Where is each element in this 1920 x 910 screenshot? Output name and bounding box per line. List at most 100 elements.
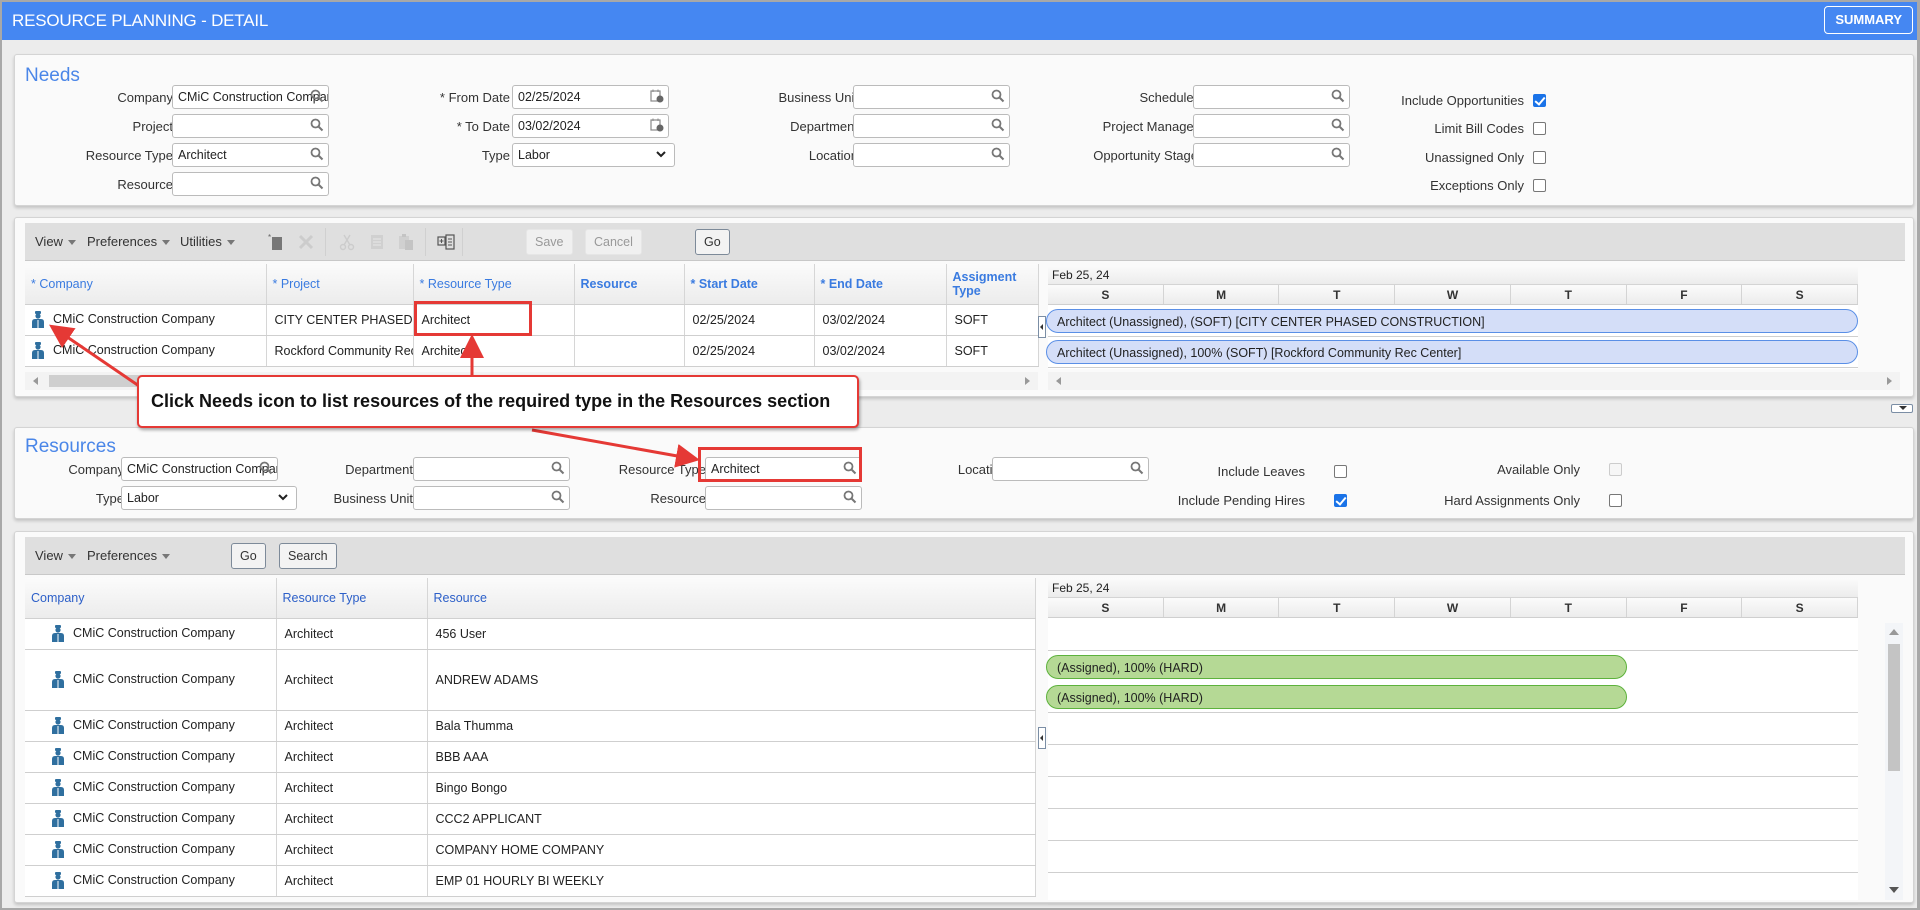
delete-icon[interactable] [297, 233, 315, 251]
search-icon[interactable] [1331, 118, 1345, 132]
utilities-menu[interactable]: Utilities [180, 234, 235, 249]
hard-assignments-only-checkbox[interactable] [1609, 494, 1622, 507]
cell-company[interactable]: CMiC Construction Company [25, 865, 277, 897]
cell-resource[interactable]: Bala Thumma [427, 710, 1036, 742]
scroll-up-icon[interactable] [1889, 629, 1899, 635]
project-field[interactable] [172, 114, 329, 138]
pane-splitter[interactable] [1038, 727, 1046, 749]
res-location-field[interactable] [992, 457, 1149, 481]
person-icon[interactable] [51, 872, 65, 889]
person-icon[interactable] [31, 342, 45, 359]
person-icon[interactable] [51, 779, 65, 796]
search-icon[interactable] [310, 118, 324, 132]
res-col-resource-type[interactable]: Resource Type [276, 578, 428, 619]
col-resource[interactable]: Resource [574, 264, 685, 305]
view-menu[interactable]: View [35, 234, 76, 249]
cell-resource-type[interactable]: Architect [276, 710, 428, 742]
cell-company[interactable]: CMiC Construction Company [25, 834, 277, 866]
column-layout-icon[interactable] [437, 233, 455, 251]
cell-resource[interactable]: CCC2 APPLICANT [427, 803, 1036, 835]
search-icon[interactable] [843, 490, 857, 504]
cell-resource[interactable]: 456 User [427, 618, 1036, 650]
needs-table-row[interactable]: CMiC Construction Company Rockford Commun… [25, 335, 1039, 367]
search-icon[interactable] [310, 89, 324, 103]
cell-company[interactable]: CMiC Construction Company [25, 335, 267, 367]
resources-table-row[interactable]: CMiC Construction Company Architect ANDREW… [25, 649, 1036, 711]
resources-table-row[interactable]: CMiC Construction Company Architect COMPAN… [25, 834, 1036, 866]
person-icon[interactable] [51, 625, 65, 642]
res-type-select[interactable]: Labor [121, 486, 297, 510]
business-unit-field[interactable] [853, 85, 1010, 109]
cell-resource[interactable]: ANDREW ADAMS [427, 649, 1036, 711]
cell-start[interactable]: 02/25/2024 [684, 304, 815, 336]
company-field[interactable]: CMiC Construction Company [172, 85, 329, 109]
available-only-checkbox[interactable] [1609, 463, 1622, 476]
search-icon[interactable] [991, 147, 1005, 161]
search-icon[interactable] [551, 461, 565, 475]
res-go-button[interactable]: Go [231, 543, 266, 569]
person-icon[interactable] [31, 311, 45, 328]
gantt-bar-assignment[interactable]: (Assigned), 100% (HARD) [1046, 685, 1627, 709]
cell-project[interactable]: CITY CENTER PHASED [266, 304, 414, 336]
cell-resource[interactable]: COMPANY HOME COMPANY [427, 834, 1036, 866]
cell-resource[interactable]: BBB AAA [427, 741, 1036, 773]
resources-vscrollbar[interactable] [1885, 623, 1903, 900]
cell-project[interactable]: Rockford Community Rec [266, 335, 414, 367]
scroll-left-icon[interactable] [1056, 377, 1061, 385]
cell-resource-type[interactable]: Architect [276, 618, 428, 650]
cell-assign-type[interactable]: SOFT [946, 304, 1039, 336]
cell-company[interactable]: CMiC Construction Company [25, 710, 277, 742]
cell-resource-type[interactable]: Architect [276, 834, 428, 866]
res-col-resource[interactable]: Resource [427, 578, 1036, 619]
gantt-bar-assignment[interactable]: (Assigned), 100% (HARD) [1046, 655, 1627, 679]
include-pending-hires-checkbox[interactable] [1334, 494, 1347, 507]
to-date-field[interactable]: 03/02/2024 [512, 114, 669, 138]
type-select[interactable]: Labor [512, 143, 675, 167]
cell-resource[interactable] [574, 335, 685, 367]
col-project[interactable]: * Project [266, 264, 414, 305]
search-icon[interactable] [991, 118, 1005, 132]
include-opportunities-checkbox[interactable] [1533, 94, 1546, 107]
copy-icon[interactable] [368, 233, 386, 251]
summary-button[interactable]: SUMMARY [1824, 6, 1913, 34]
res-view-menu[interactable]: View [35, 548, 76, 563]
res-company-field[interactable]: CMiC Construction Company [121, 457, 278, 481]
cell-start[interactable]: 02/25/2024 [684, 335, 815, 367]
scroll-down-icon[interactable] [1889, 887, 1899, 893]
cell-company[interactable]: CMiC Construction Company [25, 803, 277, 835]
resource-type-field[interactable]: Architect [172, 143, 329, 167]
scroll-right-icon[interactable] [1025, 377, 1030, 385]
person-icon[interactable] [51, 810, 65, 827]
res-col-company[interactable]: Company [25, 578, 277, 619]
cell-company[interactable]: CMiC Construction Company [25, 772, 277, 804]
save-button[interactable]: Save [526, 229, 573, 255]
resource-field[interactable] [172, 172, 329, 196]
project-manager-field[interactable] [1193, 114, 1350, 138]
person-icon[interactable] [51, 671, 65, 688]
resources-table-row[interactable]: CMiC Construction Company Architect BBB AA… [25, 741, 1036, 773]
calendar-icon[interactable] [650, 118, 664, 132]
col-company[interactable]: * Company [25, 264, 267, 305]
gantt-bar-need[interactable]: Architect (Unassigned), (SOFT) [CITY CEN… [1046, 309, 1858, 333]
cell-resource-type[interactable]: Architect [413, 335, 575, 367]
search-icon[interactable] [310, 176, 324, 190]
cell-company[interactable]: CMiC Construction Company [25, 618, 277, 650]
search-icon[interactable] [991, 89, 1005, 103]
cell-resource-type[interactable]: Architect [276, 772, 428, 804]
res-resource-field[interactable] [705, 486, 862, 510]
search-icon[interactable] [1331, 89, 1345, 103]
from-date-field[interactable]: 02/25/2024 [512, 85, 669, 109]
scroll-right-icon[interactable] [1887, 377, 1892, 385]
cell-company[interactable]: CMiC Construction Company [25, 741, 277, 773]
department-field[interactable] [853, 114, 1010, 138]
location-field[interactable] [853, 143, 1010, 167]
resources-table-row[interactable]: CMiC Construction Company Architect Bala T… [25, 710, 1036, 742]
resources-table-row[interactable]: CMiC Construction Company Architect Bingo … [25, 772, 1036, 804]
col-end-date[interactable]: * End Date [814, 264, 947, 305]
col-assignment-type[interactable]: Assigment Type [946, 264, 1039, 305]
cell-company[interactable]: CMiC Construction Company [25, 304, 267, 336]
cell-resource[interactable]: EMP 01 HOURLY BI WEEKLY [427, 865, 1036, 897]
person-icon[interactable] [51, 717, 65, 734]
res-business-unit-field[interactable] [413, 486, 570, 510]
cell-resource-type[interactable]: Architect [276, 865, 428, 897]
